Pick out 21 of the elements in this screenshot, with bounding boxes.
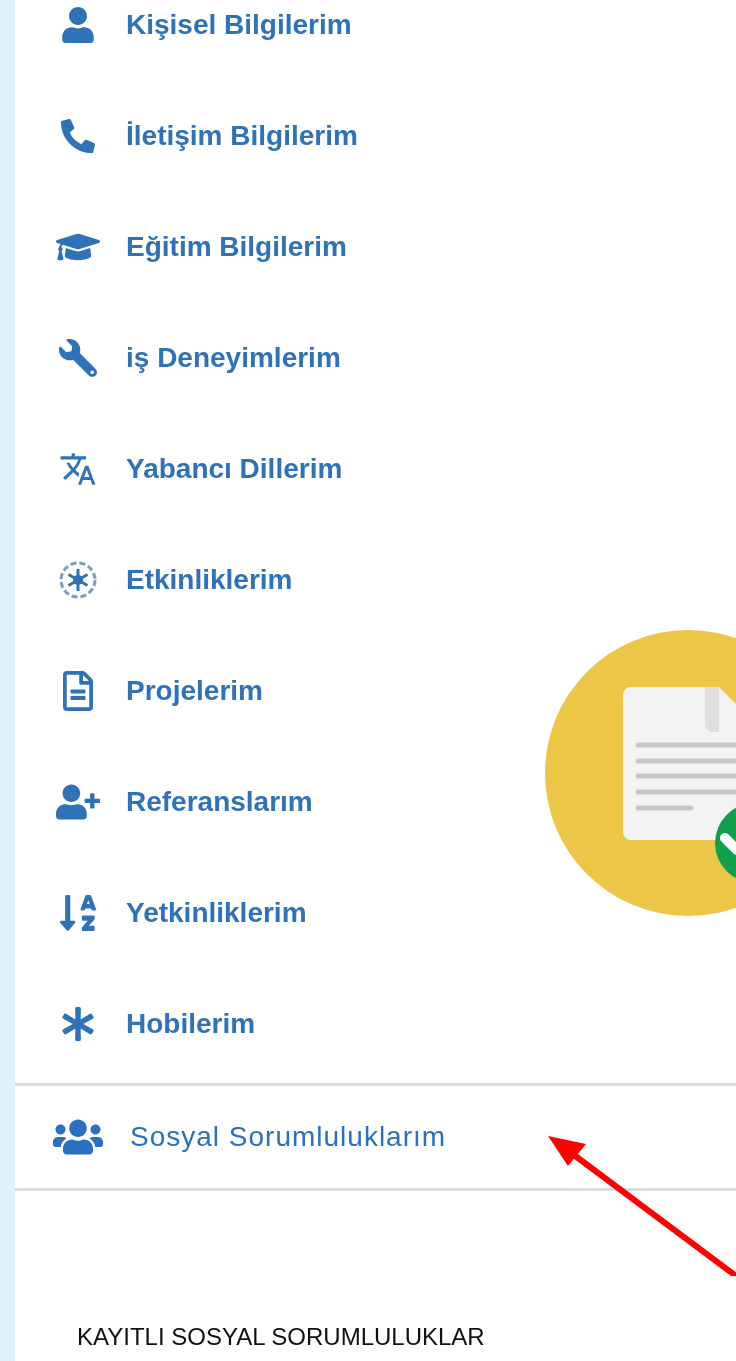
menu-item[interactable]: Kişisel Bilgilerim [15,0,356,50]
menu-item[interactable]: Referanslarım [15,777,317,827]
document-icon [60,671,96,711]
section-heading: KAYITLI SOSYAL SORUMLULUKLAR [77,1322,486,1352]
star-circle-icon [58,560,98,600]
menu-item[interactable]: Hobilerim [15,999,260,1049]
menu-item[interactable]: Yabancı Dillerim [15,444,347,494]
menu-item[interactable]: İletişim Bilgilerim [15,111,362,161]
translate-icon [59,450,97,488]
sort-alpha-icon [60,892,96,934]
user-plus-icon [56,782,100,822]
menu-item[interactable]: Projelerim [15,666,267,716]
menu-item[interactable]: iş Deneyimlerim [15,333,345,383]
menu-item[interactable]: Yetkinliklerim [15,888,311,938]
phone-icon [61,119,95,153]
user-icon [60,7,96,43]
menu-item[interactable]: Sosyal Sorumluluklarım [15,1083,736,1191]
wrench-icon [59,339,97,377]
asterisk-icon [61,1007,95,1041]
menu-item[interactable]: Eğitim Bilgilerim [15,222,351,272]
menu-item[interactable]: Etkinliklerim [15,555,297,605]
